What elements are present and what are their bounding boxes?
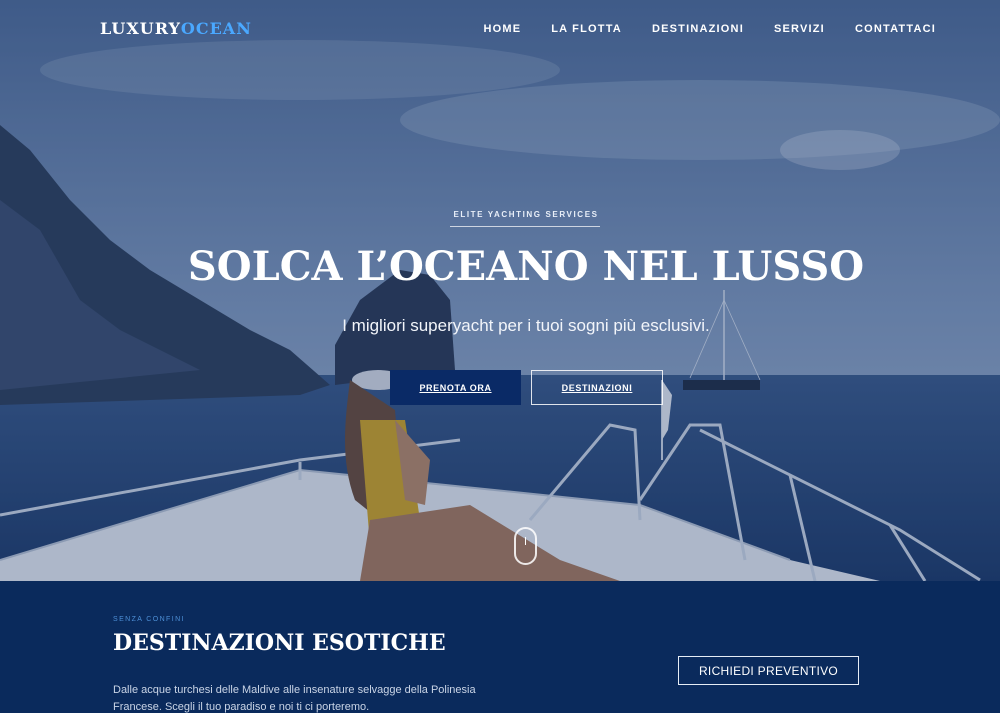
brand-logo-part2: OCEAN	[180, 19, 252, 38]
hero-eyebrow-divider	[450, 226, 600, 227]
nav-item-fleet[interactable]: LA FLOTTA	[551, 23, 622, 35]
request-quote-button[interactable]: RICHIEDI PREVENTIVO	[678, 656, 859, 685]
book-now-button[interactable]: PRENOTA ORA	[390, 370, 521, 405]
scroll-wheel	[525, 537, 526, 545]
hero-section: LUXURYOCEAN HOME LA FLOTTA DESTINAZIONI …	[0, 0, 1000, 581]
mouse-scroll-icon[interactable]	[514, 527, 537, 565]
brand-logo[interactable]: LUXURYOCEAN	[100, 19, 252, 38]
nav-item-home[interactable]: HOME	[483, 23, 521, 35]
top-navigation: LUXURYOCEAN HOME LA FLOTTA DESTINAZIONI …	[0, 0, 1000, 60]
hero-title: SOLCA L’OCEANO NEL LUSSO	[187, 243, 865, 290]
hero-overlay	[0, 0, 1000, 581]
section-title: DESTINAZIONI ESOTICHE	[113, 630, 446, 656]
nav-item-contact[interactable]: CONTATTACI	[855, 23, 936, 35]
destinations-section: SENZA CONFINI DESTINAZIONI ESOTICHE Dall…	[0, 581, 1000, 713]
hero-eyebrow: ELITE YACHTING SERVICES	[453, 210, 599, 219]
section-description: Dalle acque turchesi delle Maldive alle …	[113, 684, 476, 713]
hero-subtitle: I migliori superyacht per i tuoi sogni p…	[342, 316, 710, 335]
brand-logo-part1: LUXURY	[100, 19, 181, 38]
nav-item-destinations[interactable]: DESTINAZIONI	[652, 23, 744, 35]
nav-item-services[interactable]: SERVIZI	[774, 23, 825, 35]
section-eyebrow: SENZA CONFINI	[113, 616, 185, 623]
destinations-button[interactable]: DESTINAZIONI	[531, 370, 663, 405]
main-menu: HOME LA FLOTTA DESTINAZIONI SERVIZI CONT…	[483, 23, 936, 35]
